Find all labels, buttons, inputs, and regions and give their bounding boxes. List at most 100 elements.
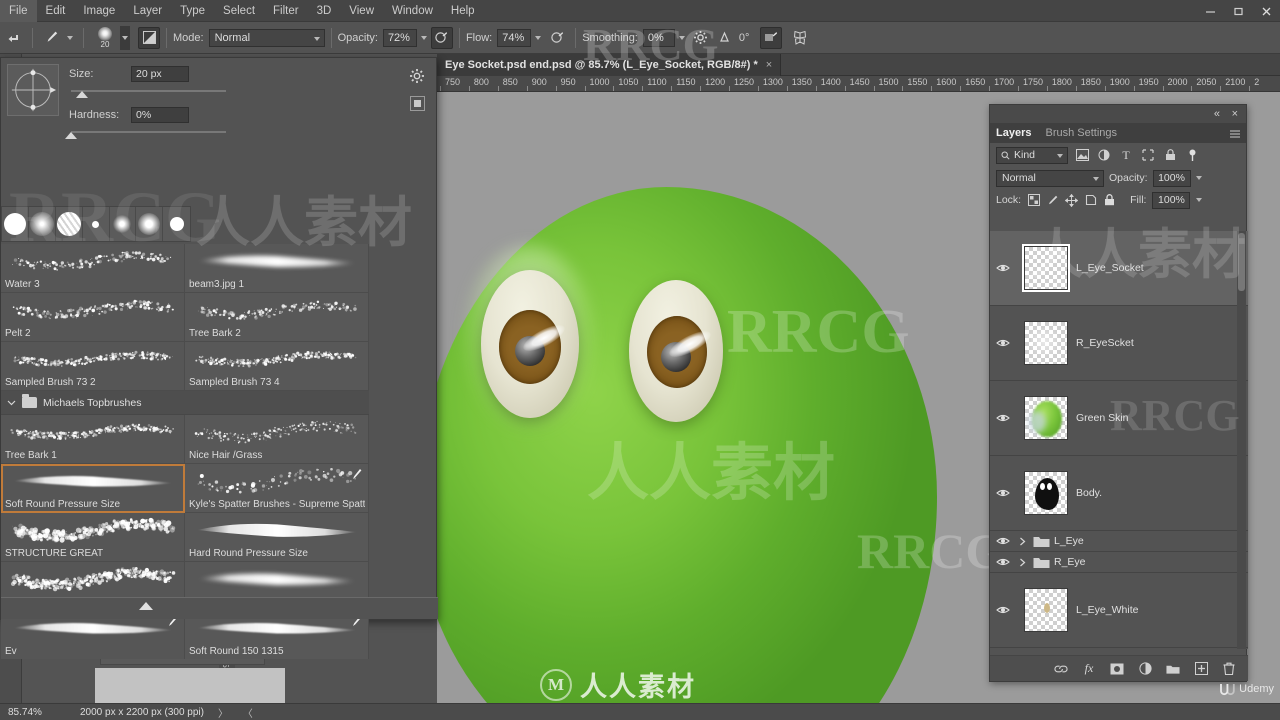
filter-toggle-icon[interactable] xyxy=(1184,147,1200,163)
layer-thumbnail-container[interactable] xyxy=(1016,396,1076,440)
airbrush-icon[interactable] xyxy=(545,26,569,50)
zoom-level[interactable]: 85.74% xyxy=(0,707,62,718)
menu-item-select[interactable]: Select xyxy=(214,0,264,22)
image-filter-icon[interactable] xyxy=(1074,147,1090,163)
new-layer-icon[interactable] xyxy=(1194,662,1208,676)
tab-layers[interactable]: Layers xyxy=(996,127,1031,139)
menu-item-view[interactable]: View xyxy=(340,0,383,22)
layer-visibility-eye-icon[interactable] xyxy=(990,557,1016,567)
brush-tip-2[interactable] xyxy=(29,207,56,241)
brush-size-slider-handle[interactable] xyxy=(76,91,88,98)
brush-tip-6[interactable] xyxy=(136,207,163,241)
brush-angle-icon[interactable] xyxy=(713,26,737,50)
brush-picker-new-preset-icon[interactable] xyxy=(410,96,425,111)
smartobject-filter-icon[interactable] xyxy=(1162,147,1178,163)
brush-panel-toggle-icon[interactable] xyxy=(138,27,160,49)
brush-preset-item[interactable]: STRUCTURE GREAT xyxy=(1,513,185,562)
group-expand-chevron-icon[interactable] xyxy=(1016,558,1028,567)
tab-brush-settings[interactable]: Brush Settings xyxy=(1045,127,1117,139)
brush-size-input[interactable]: 20 px xyxy=(131,66,189,82)
symmetry-butterfly-icon[interactable] xyxy=(788,26,812,50)
layer-thumbnail-container[interactable] xyxy=(1016,588,1076,632)
layer-row[interactable]: L_Eye_White xyxy=(990,573,1248,648)
layers-scrollbar-thumb[interactable] xyxy=(1238,233,1245,291)
home-arrow-icon[interactable] xyxy=(2,26,26,50)
tablet-pressure-size-icon[interactable] xyxy=(760,27,782,49)
layer-fill-input[interactable]: 100% xyxy=(1152,192,1190,209)
maximize-icon[interactable] xyxy=(1224,0,1252,22)
group-expand-chevron-icon[interactable] xyxy=(1016,537,1028,546)
type-filter-icon[interactable]: T xyxy=(1118,147,1134,163)
brush-size-slider-track[interactable] xyxy=(71,90,226,92)
layer-row[interactable] xyxy=(990,648,1248,649)
brush-picker-resize-strip[interactable] xyxy=(1,597,438,619)
layer-filter-kind-select[interactable]: Kind xyxy=(996,147,1068,164)
adjustment-filter-icon[interactable] xyxy=(1096,147,1112,163)
layer-mask-icon[interactable] xyxy=(1110,662,1124,676)
adjustment-layer-icon[interactable] xyxy=(1138,662,1152,676)
minimize-icon[interactable] xyxy=(1196,0,1224,22)
layer-row[interactable]: R_Eye xyxy=(990,552,1248,573)
document-tab-close-icon[interactable]: × xyxy=(766,59,772,71)
layer-style-fx-icon[interactable]: fx xyxy=(1082,662,1096,676)
shape-filter-icon[interactable] xyxy=(1140,147,1156,163)
opacity-input[interactable]: 72% xyxy=(383,29,417,47)
smoothing-input[interactable]: 0% xyxy=(643,29,675,47)
layer-row[interactable]: L_Eye_Socket xyxy=(990,231,1248,306)
flow-input[interactable]: 74% xyxy=(497,29,531,47)
brush-preset-button[interactable]: 20 xyxy=(90,25,120,51)
layer-visibility-eye-icon[interactable] xyxy=(990,605,1016,615)
brush-tip-7[interactable] xyxy=(163,207,190,241)
brush-preset-item[interactable]: beam3.jpg 1 xyxy=(185,244,369,293)
brush-preset-item[interactable]: Sampled Brush 73 2 xyxy=(1,342,185,391)
delete-layer-icon[interactable] xyxy=(1222,662,1236,676)
brush-preset-item[interactable]: Water 3 xyxy=(1,244,185,293)
layer-visibility-eye-icon[interactable] xyxy=(990,263,1016,273)
brush-preset-picker[interactable]: Size: 20 px Hardness: 0% Water 3 beam3.j… xyxy=(0,57,437,620)
brush-preset-item[interactable]: Soft Round Pressure Size xyxy=(1,464,185,513)
horizontal-ruler[interactable]: 750 800 850 900 950 1000 1050 1100 1150 1200 1250 1… xyxy=(437,76,1280,92)
menu-item-layer[interactable]: Layer xyxy=(124,0,171,22)
angle-value[interactable]: 0° xyxy=(739,32,750,44)
layer-opacity-input[interactable]: 100% xyxy=(1153,170,1191,187)
layer-visibility-eye-icon[interactable] xyxy=(990,488,1016,498)
status-nav-arrows[interactable]: 〉 〈 xyxy=(218,705,259,720)
layer-thumbnail-container[interactable] xyxy=(1016,471,1076,515)
lock-image-icon[interactable] xyxy=(1046,194,1059,207)
brush-picker-resize-handle[interactable] xyxy=(139,602,153,610)
layers-panel[interactable]: « × Layers Brush Settings Kind T Normal … xyxy=(989,104,1247,682)
lock-position-icon[interactable] xyxy=(1065,194,1078,207)
layers-scrollbar[interactable] xyxy=(1237,231,1246,649)
brush-preset-item[interactable]: Hard Round Pressure Size xyxy=(185,513,369,562)
document-tab[interactable]: Eye Socket.psd end.psd @ 85.7% (L_Eye_So… xyxy=(437,54,781,76)
flow-chevron-icon[interactable] xyxy=(531,26,545,50)
layer-row[interactable]: Body. xyxy=(990,456,1248,531)
brush-preset-item[interactable]: Sampled Brush 73 4 xyxy=(185,342,369,391)
brush-picker-gear-icon[interactable] xyxy=(409,68,425,84)
layer-row[interactable]: ↳Green Skin xyxy=(990,381,1248,456)
menu-item-filter[interactable]: Filter xyxy=(264,0,308,22)
close-icon[interactable] xyxy=(1252,0,1280,22)
layer-visibility-eye-icon[interactable] xyxy=(990,536,1016,546)
brush-preset-chevron-icon[interactable] xyxy=(120,26,130,50)
menu-item-edit[interactable]: Edit xyxy=(37,0,75,22)
layer-blend-mode-select[interactable]: Normal xyxy=(996,170,1104,187)
brush-preset-item[interactable]: Tree Bark 1 xyxy=(1,415,185,464)
link-layers-icon[interactable] xyxy=(1054,662,1068,676)
layer-list[interactable]: L_Eye_Socket R_EyeScket ↳Green Skin Body. L_… xyxy=(990,231,1248,649)
opacity-pressure-icon[interactable] xyxy=(431,27,453,49)
brush-group-header[interactable]: Michaels Topbrushes xyxy=(1,391,369,415)
panel-close-icon[interactable]: × xyxy=(1232,108,1238,120)
brush-hardness-input[interactable]: 0% xyxy=(131,107,189,123)
brush-hardness-slider-handle[interactable] xyxy=(65,132,77,139)
panel-menu-icon[interactable] xyxy=(1230,129,1240,137)
layer-row[interactable]: L_Eye xyxy=(990,531,1248,552)
brush-preset-item[interactable]: Kyle's Spatter Brushes - Supreme Spatt..… xyxy=(185,464,369,513)
new-group-icon[interactable] xyxy=(1166,662,1180,676)
layer-thumbnail-container[interactable] xyxy=(1016,321,1076,365)
brush-tool-dropdown-icon[interactable] xyxy=(63,26,77,50)
brush-tip-shape-preview[interactable] xyxy=(7,64,59,116)
smoothing-options-gear-icon[interactable] xyxy=(689,26,713,50)
brush-tip-1[interactable] xyxy=(2,207,29,241)
layer-visibility-eye-icon[interactable] xyxy=(990,413,1016,423)
